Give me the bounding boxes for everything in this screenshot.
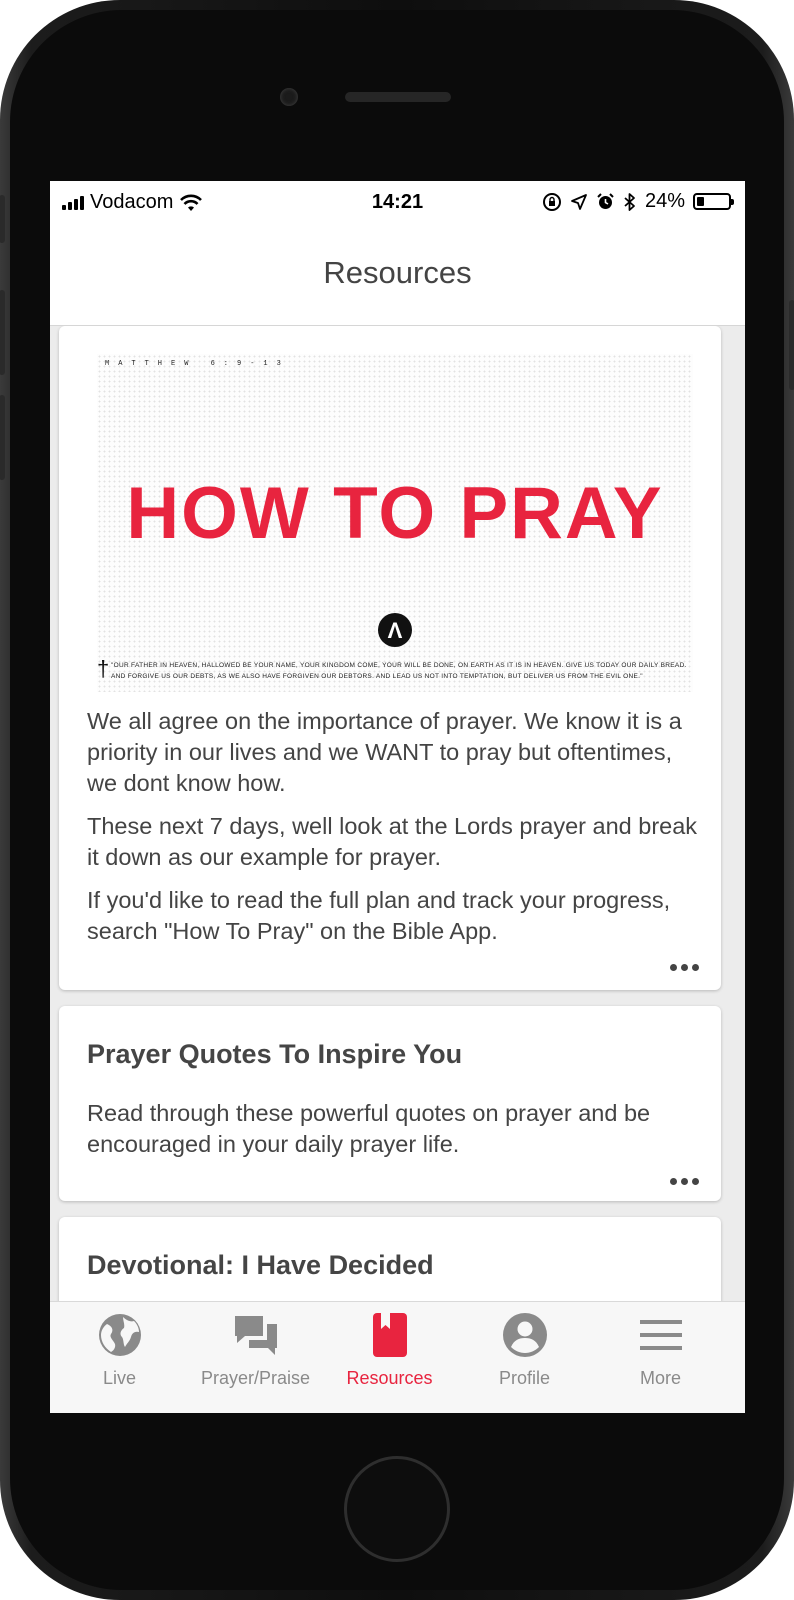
card-paragraph: If you'd like to read the full plan and …	[87, 887, 671, 944]
image-verse-reference: MATTHEW 6:9-13	[105, 360, 290, 368]
cross-icon: †	[97, 656, 110, 681]
volume-down-button	[0, 395, 5, 480]
tab-label: Resources	[346, 1368, 433, 1388]
chat-bubbles-icon	[235, 1316, 277, 1355]
volume-up-button	[0, 290, 5, 375]
earpiece-speaker	[345, 92, 451, 102]
tab-live[interactable]: Live	[50, 1302, 189, 1413]
battery-icon	[693, 193, 734, 210]
navigation-bar: Resources	[50, 225, 745, 326]
globe-icon	[99, 1314, 141, 1356]
tab-profile[interactable]: Profile	[455, 1302, 594, 1413]
card-paragraph: These next 7 days, well look at the Lord…	[87, 813, 698, 870]
card-description: We all agree on the importance of prayer…	[87, 706, 699, 947]
tab-label: Profile	[498, 1368, 551, 1388]
home-button[interactable]	[344, 1456, 450, 1562]
bookmark-book-icon	[373, 1313, 407, 1357]
card-description: Read through these powerful quotes on pr…	[87, 1100, 651, 1157]
resource-card-prayer-quotes[interactable]: Prayer Quotes To Inspire You Read throug…	[59, 1006, 721, 1201]
status-right: 24%	[542, 190, 734, 213]
card-title: Devotional: I Have Decided	[87, 1250, 434, 1280]
image-title: HOW TO PRAY	[126, 473, 664, 554]
more-options-icon[interactable]	[670, 964, 699, 971]
more-options-icon[interactable]	[670, 1178, 699, 1185]
card-title: Prayer Quotes To Inspire You	[87, 1039, 463, 1069]
battery-fill	[697, 197, 704, 206]
church-logo-icon: Λ	[378, 613, 412, 647]
tab-prayer-praise[interactable]: Prayer/Praise	[186, 1302, 325, 1413]
front-camera	[280, 88, 298, 106]
tab-label: Prayer/Praise	[200, 1368, 311, 1388]
app-screen: Vodacom 14:21 24% Resources MATTHEW 6:9-…	[50, 181, 745, 1413]
page-title: Resources	[323, 255, 472, 290]
user-circle-icon	[503, 1313, 547, 1357]
tab-label: Live	[102, 1368, 137, 1388]
status-bar: Vodacom 14:21 24%	[50, 181, 745, 225]
resource-card-devotional[interactable]: Devotional: I Have Decided	[59, 1217, 721, 1301]
image-prayer-text: "OUR FATHER IN HEAVEN, HALLOWED BE YOUR …	[111, 662, 687, 680]
bluetooth-icon	[624, 192, 635, 211]
tab-label: More	[639, 1368, 681, 1388]
battery-percent: 24%	[644, 190, 685, 212]
resource-card-how-to-pray[interactable]: MATTHEW 6:9-13 HOW TO PRAY Λ † "OUR FATH…	[59, 326, 721, 990]
how-to-pray-image: MATTHEW 6:9-13 HOW TO PRAY Λ † "OUR FATH…	[97, 354, 693, 692]
location-icon	[571, 193, 587, 210]
resources-list[interactable]: MATTHEW 6:9-13 HOW TO PRAY Λ † "OUR FATH…	[50, 326, 745, 1301]
mute-switch	[0, 195, 5, 243]
alarm-icon	[597, 193, 614, 209]
tab-resources[interactable]: Resources	[320, 1302, 459, 1413]
hamburger-menu-icon	[640, 1320, 682, 1350]
card-paragraph: We all agree on the importance of prayer…	[87, 708, 682, 796]
power-button	[789, 300, 794, 390]
tab-bar: Live Prayer/Praise Resources Profile Mor…	[50, 1301, 745, 1413]
battery-cap	[731, 199, 734, 205]
orientation-lock-icon	[542, 192, 561, 211]
tab-more[interactable]: More	[591, 1302, 730, 1413]
